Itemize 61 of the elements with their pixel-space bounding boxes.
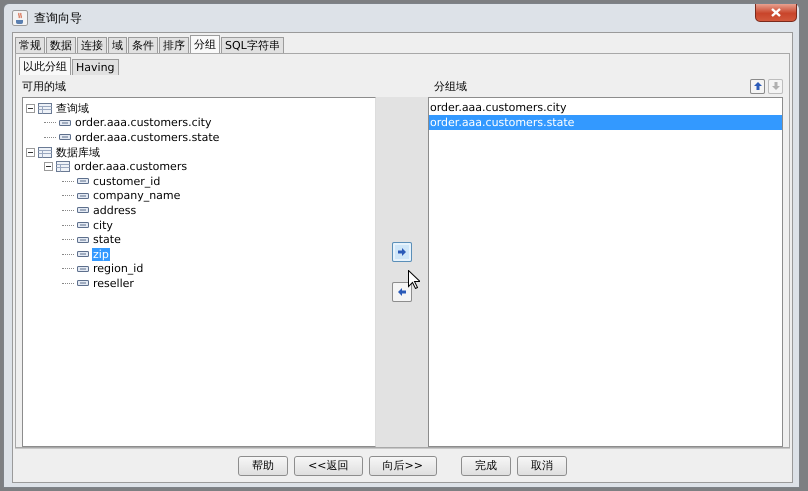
tree-item[interactable]: order.aaa.customers.city	[74, 116, 212, 130]
close-icon	[771, 8, 781, 17]
dialog-button[interactable]: <<返回	[294, 456, 362, 476]
collapse-toggle-icon[interactable]	[26, 104, 35, 113]
list-item[interactable]: order.aaa.customers.city	[429, 100, 782, 115]
tree-item[interactable]: order.aaa.customers.state	[74, 130, 220, 144]
tree-item[interactable]: region_id	[92, 262, 144, 276]
dialog-button[interactable]: 帮助	[238, 456, 288, 476]
tree-item[interactable]: reseller	[92, 276, 135, 290]
tab[interactable]: Having	[72, 59, 119, 75]
collapse-toggle-icon[interactable]	[26, 148, 35, 157]
dialog-button[interactable]: 取消	[516, 456, 567, 476]
cursor-icon	[408, 270, 420, 289]
tab[interactable]: 常规	[15, 37, 45, 53]
tree-item[interactable]: order.aaa.customers	[73, 160, 188, 174]
tree-item[interactable]: customer_id	[92, 174, 162, 188]
tab[interactable]: 数据	[46, 37, 76, 53]
tree-item[interactable]: city	[92, 218, 114, 232]
close-button[interactable]	[755, 4, 797, 22]
up-arrow-icon	[752, 81, 762, 91]
minus-icon	[28, 150, 33, 155]
field-icon	[77, 178, 89, 184]
dialog-button[interactable]: 完成	[460, 456, 511, 476]
tab[interactable]: 域	[108, 37, 127, 53]
tree-item[interactable]: company_name	[92, 189, 182, 202]
down-arrow-icon	[770, 81, 780, 91]
field-icon	[77, 236, 89, 243]
tab[interactable]: SQL字符串	[221, 37, 284, 53]
table-icon	[56, 161, 70, 172]
right-arrow-icon	[397, 247, 407, 257]
minus-icon	[28, 106, 33, 111]
tree-item[interactable]: 查询域	[55, 102, 90, 115]
field-icon	[77, 222, 89, 228]
field-icon	[77, 207, 89, 214]
add-button[interactable]	[392, 242, 412, 262]
collapse-toggle-icon[interactable]	[44, 162, 53, 172]
dialog-button[interactable]: 向后>>	[368, 456, 437, 476]
table-icon	[38, 102, 52, 114]
tab[interactable]: 排序	[159, 37, 189, 53]
tab[interactable]: 以此分组	[19, 57, 71, 75]
app-icon	[12, 10, 28, 26]
field-icon	[77, 251, 89, 258]
field-icon	[59, 120, 71, 126]
field-icon	[77, 192, 89, 199]
field-icon	[77, 280, 89, 286]
move-up-button[interactable]	[750, 78, 765, 94]
section-label: 分组域	[434, 78, 467, 94]
tree-item[interactable]: 数据库域	[55, 146, 101, 159]
field-icon	[59, 134, 71, 140]
section-label: 可用的域	[22, 78, 67, 94]
window-title: 查询向导	[34, 10, 82, 26]
remove-button[interactable]	[392, 282, 412, 302]
tab[interactable]: 条件	[128, 37, 158, 53]
minus-icon	[46, 164, 51, 170]
tab[interactable]: 分组	[190, 35, 220, 53]
tree-item[interactable]: address	[92, 204, 138, 217]
tab[interactable]: 连接	[77, 37, 107, 53]
field-icon	[77, 266, 89, 272]
table-icon	[38, 146, 52, 158]
left-arrow-icon	[397, 287, 407, 297]
tree-item[interactable]: state	[92, 233, 122, 246]
